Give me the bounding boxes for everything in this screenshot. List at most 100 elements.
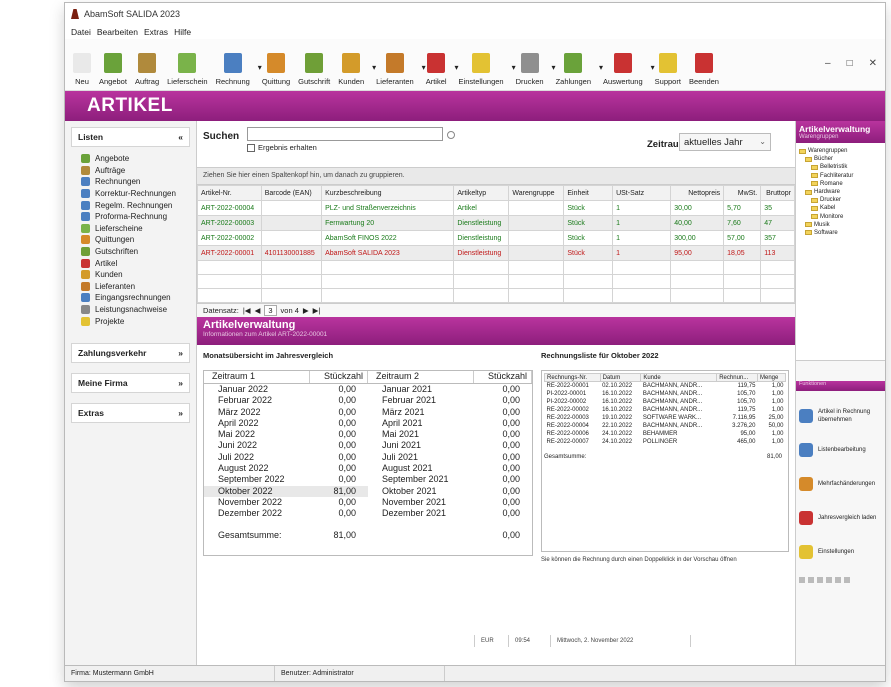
kunden-button[interactable]: Kunden: [338, 53, 364, 86]
panel-switch-icon[interactable]: [799, 577, 805, 583]
column-header-ust-satz[interactable]: USt-Satz: [612, 185, 672, 201]
last-record-button[interactable]: ▶|: [313, 306, 321, 315]
beenden-button[interactable]: Beenden: [689, 53, 719, 86]
column-header-nettopreis[interactable]: Nettopreis: [670, 185, 725, 201]
invoice-row[interactable]: PI-2022-00001 16.10.2022 BACHMANN, ANDR...…: [545, 390, 786, 398]
sidebar-item-quittungen[interactable]: Quittungen: [81, 234, 190, 246]
lieferschein-button[interactable]: Lieferschein: [167, 53, 208, 86]
quittung-button[interactable]: Quittung: [262, 53, 290, 86]
gutschrift-button[interactable]: Gutschrift: [298, 53, 330, 86]
checkbox-box[interactable]: [247, 143, 255, 152]
tree-node-buecher[interactable]: Bücher: [799, 155, 882, 163]
sidebar-item-rechnungen[interactable]: Rechnungen: [81, 176, 190, 188]
sidebar-item-leistungsnachweise[interactable]: Leistungsnachweise: [81, 304, 190, 316]
sidebar-item-artikel[interactable]: Artikel: [81, 257, 190, 269]
next-record-button[interactable]: ▶: [303, 306, 309, 315]
sidebar-section-listen[interactable]: Listen «: [71, 127, 190, 147]
sidebar-item-lieferanten[interactable]: Lieferanten: [81, 281, 190, 293]
tree-node-musik[interactable]: Musik: [799, 221, 882, 229]
sidebar-item-kunden[interactable]: Kunden: [81, 269, 190, 281]
zeitraum-select[interactable]: aktuelles Jahr ⌄: [679, 133, 771, 151]
table-row[interactable]: ART-2022-00001 4101130001885 AbamSoft SALI…: [197, 245, 795, 261]
invoice-column-kunde[interactable]: Kunde: [640, 373, 718, 382]
tree-node-belletristik[interactable]: Belletristik: [799, 163, 882, 171]
expand-icon[interactable]: »: [178, 408, 183, 418]
neu-button[interactable]: Neu: [73, 53, 91, 86]
lieferanten-button[interactable]: Lieferanten: [376, 53, 414, 86]
function-artikel-in-rechnung-uebernehmen[interactable]: Artikel in Rechnung übernehmen: [799, 399, 882, 433]
menu-hilfe[interactable]: Hilfe: [174, 27, 191, 37]
keep-result-checkbox[interactable]: Ergebnis erhalten: [247, 143, 317, 152]
rechnung-button[interactable]: Rechnung: [216, 53, 250, 86]
menu-datei[interactable]: Datei: [71, 27, 91, 37]
sidebar-item-eingangsrechnungen[interactable]: Eingangsrechnungen: [81, 292, 190, 304]
panel-switch-icon[interactable]: [844, 577, 850, 583]
tree-node-fachliteratur[interactable]: Fachliteratur: [799, 172, 882, 180]
search-input[interactable]: [247, 127, 443, 141]
invoice-row[interactable]: RE-2022-00002 16.10.2022 BACHMANN, ANDR...…: [545, 406, 786, 414]
invoice-column-datum[interactable]: Datum: [599, 373, 642, 382]
sidebar-item-lieferscheine[interactable]: Lieferscheine: [81, 223, 190, 235]
maximize-icon[interactable]: □: [847, 58, 853, 69]
invoice-column-rechnun[interactable]: Rechnun...: [716, 373, 758, 382]
sidebar-item-auftraege[interactable]: Aufträge: [81, 165, 190, 177]
column-header-mwst[interactable]: MwSt.: [723, 185, 762, 201]
table-row[interactable]: ART-2022-00004 PLZ- und Straßenverzeichni…: [197, 200, 795, 216]
sidebar-item-projekte[interactable]: Projekte: [81, 315, 190, 327]
sidebar-item-gutschriften[interactable]: Gutschriften: [81, 246, 190, 258]
invoice-row[interactable]: RE-2022-00007 24.10.2022 PÖLLINGER 465,00 1,…: [545, 438, 786, 446]
function-einstellungen[interactable]: Einstellungen: [799, 535, 882, 569]
search-icon[interactable]: [447, 131, 455, 139]
support-button[interactable]: Support: [655, 53, 681, 86]
sidebar-section-extras[interactable]: Extras »: [71, 402, 190, 423]
column-header-kurzbeschreibung[interactable]: Kurzbeschreibung: [321, 185, 455, 201]
function-mehrfachaenderungen[interactable]: Mehrfachänderungen: [799, 467, 882, 501]
minimize-icon[interactable]: –: [825, 58, 831, 69]
column-header-artikeltyp[interactable]: Artikeltyp: [453, 185, 510, 201]
panel-switch-icon[interactable]: [835, 577, 841, 583]
sidebar-section-meine-firma[interactable]: Meine Firma »: [71, 372, 190, 393]
tree-node-romane[interactable]: Romane: [799, 180, 882, 188]
collapse-icon[interactable]: «: [178, 132, 183, 142]
tree-node-software[interactable]: Software: [799, 229, 882, 237]
table-row[interactable]: ART-2022-00002 AbamSoft FINOS 2022 Dienstl…: [197, 230, 795, 246]
expand-icon[interactable]: »: [178, 378, 183, 388]
tree-node-warengruppen[interactable]: Warengruppen: [799, 147, 882, 155]
sidebar-item-angebote[interactable]: Angebote: [81, 153, 190, 165]
tree-node-hardware[interactable]: Hardware: [799, 188, 882, 196]
column-header-barcode-ean[interactable]: Barcode (EAN): [260, 185, 323, 201]
invoice-row[interactable]: RE-2022-00003 19.10.2022 SOFTWARE WARK... 7…: [545, 414, 786, 422]
prev-record-button[interactable]: ◀: [255, 306, 261, 315]
tree-node-kabel[interactable]: Kabel: [799, 204, 882, 212]
auftrag-button[interactable]: Auftrag: [135, 53, 159, 86]
einstellungen-button[interactable]: Einstellungen: [459, 53, 504, 86]
menu-bearbeiten[interactable]: Bearbeiten: [97, 27, 138, 37]
table-row[interactable]: ART-2022-00003 Fernwartung 20 Dienstleistu…: [197, 215, 795, 231]
column-header-warengruppe[interactable]: Warengruppe: [508, 185, 565, 201]
tree-node-monitore[interactable]: Monitore: [799, 213, 882, 221]
menu-extras[interactable]: Extras: [144, 27, 168, 37]
close-icon[interactable]: ✕: [869, 58, 877, 69]
angebot-button[interactable]: Angebot: [99, 53, 127, 86]
sidebar-section-zahlungsverkehr[interactable]: Zahlungsverkehr »: [71, 342, 190, 363]
invoice-column-rechnungs-nr[interactable]: Rechnungs-Nr.: [544, 373, 601, 382]
group-by-hint[interactable]: Ziehen Sie hier einen Spaltenkopf hin, u…: [197, 167, 795, 185]
invoice-row[interactable]: RE-2022-00004 22.10.2022 BACHMANN, ANDR...…: [545, 422, 786, 430]
column-header-artikel-nr[interactable]: Artikel-Nr.: [197, 185, 262, 201]
invoice-column-menge[interactable]: Menge: [756, 373, 787, 382]
sidebar-item-regelm-rechnungen[interactable]: Regelm. Rechnungen: [81, 199, 190, 211]
column-header-bruttopr[interactable]: Bruttopr: [760, 185, 795, 201]
auswertung-button[interactable]: Auswertung: [603, 53, 643, 86]
function-listenbearbeitung[interactable]: Listenbearbeitung: [799, 433, 882, 467]
invoice-row[interactable]: RE-2022-00006 24.10.2022 BEHAMMER 95,00 1,00: [545, 430, 786, 438]
expand-icon[interactable]: »: [178, 348, 183, 358]
panel-switch-icon[interactable]: [808, 577, 814, 583]
column-header-einheit[interactable]: Einheit: [563, 185, 614, 201]
invoice-row[interactable]: PI-2022-00002 16.10.2022 BACHMANN, ANDR...…: [545, 398, 786, 406]
function-jahresvergleich-laden[interactable]: Jahresvergleich laden: [799, 501, 882, 535]
drucken-button[interactable]: Drucken: [516, 53, 544, 86]
panel-switch-icon[interactable]: [817, 577, 823, 583]
zahlungen-button[interactable]: Zahlungen: [556, 53, 591, 86]
first-record-button[interactable]: |◀: [243, 306, 251, 315]
invoice-row[interactable]: RE-2022-00001 02.10.2022 BACHMANN, ANDR...…: [545, 382, 786, 390]
